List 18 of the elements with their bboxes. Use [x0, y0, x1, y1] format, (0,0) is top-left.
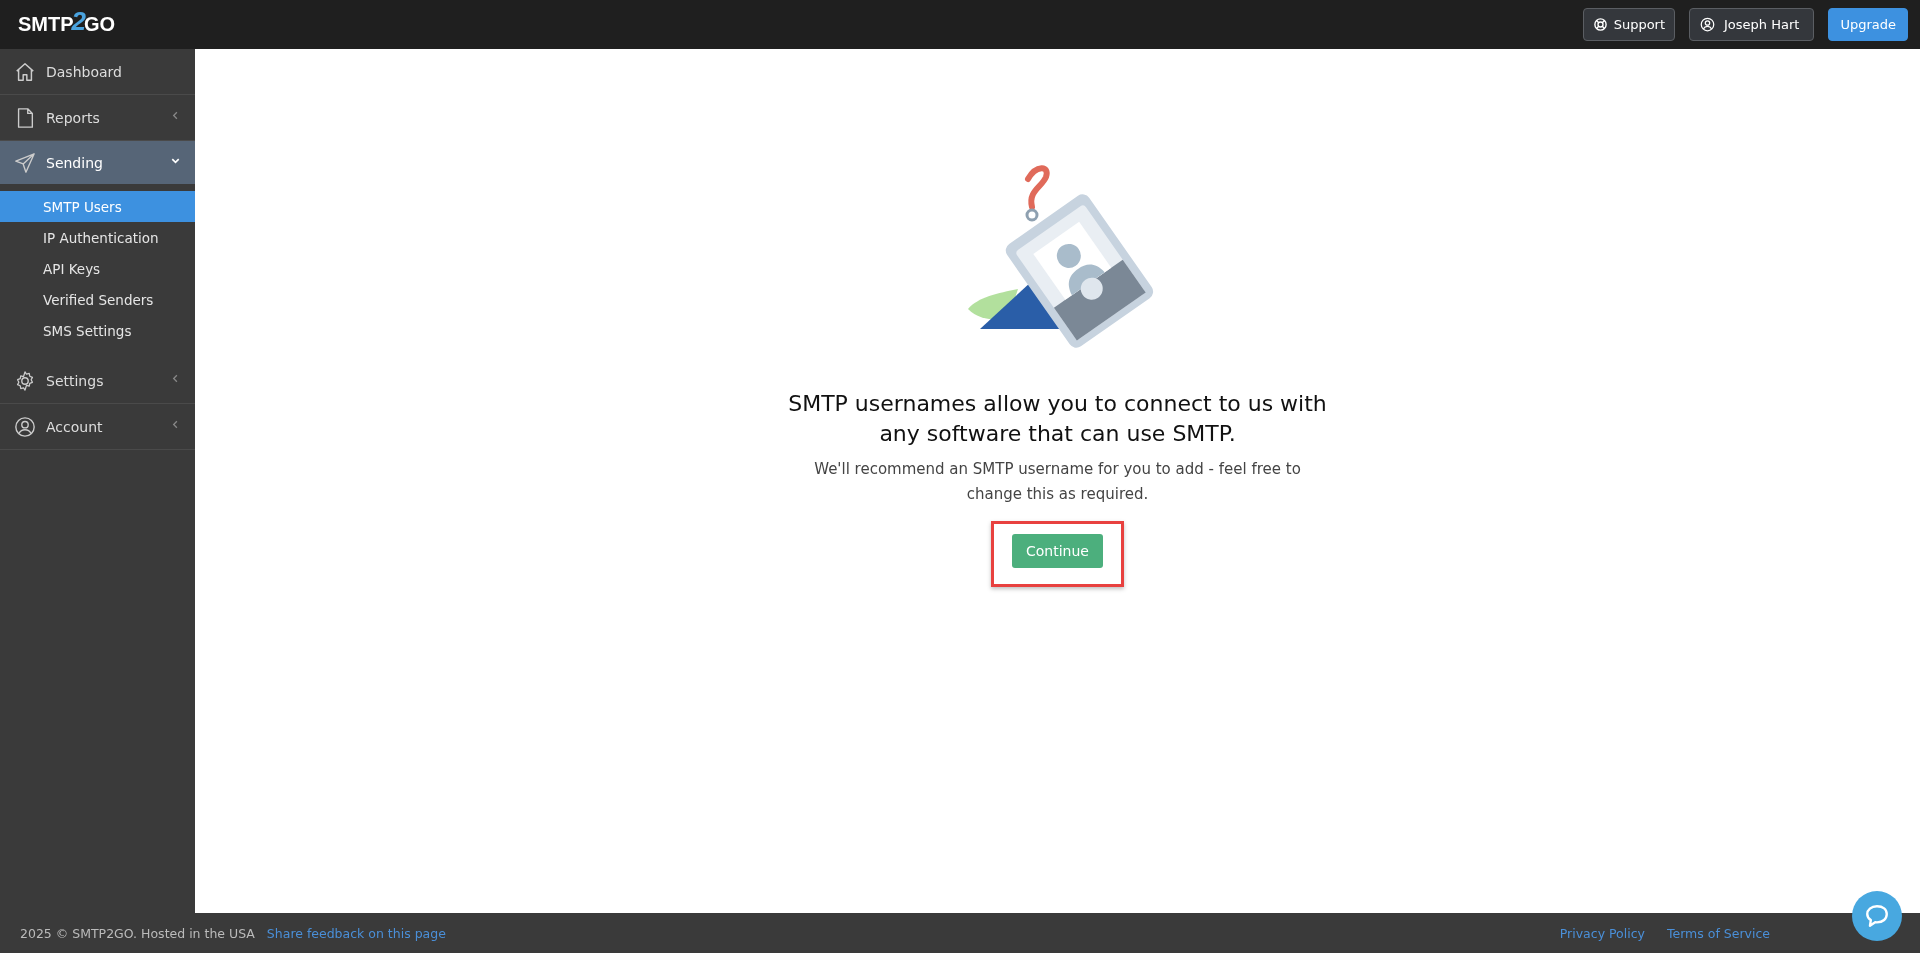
- user-icon: [14, 415, 36, 438]
- submenu-item[interactable]: SMS Settings: [0, 315, 195, 346]
- lifebuoy-icon: [1592, 17, 1608, 32]
- home-icon: [14, 60, 36, 83]
- logo[interactable]: SMTP2GO: [18, 9, 116, 40]
- description: We'll recommend an SMTP username for you to add - feel free to change this as required.: [813, 459, 1302, 505]
- support-button[interactable]: Support: [1582, 8, 1676, 41]
- submenu-item[interactable]: API Keys: [0, 253, 195, 284]
- sidebar-item[interactable]: Sending: [0, 141, 195, 184]
- user-icon: [1700, 17, 1716, 32]
- chat-icon: [1864, 903, 1890, 929]
- gear-icon: [14, 369, 36, 392]
- submenu-item[interactable]: IP Authentication: [0, 222, 195, 253]
- paper-plane-icon: [14, 151, 36, 174]
- user-menu-button[interactable]: Joseph Hart: [1689, 8, 1815, 41]
- submenu-item[interactable]: Verified Senders: [0, 284, 195, 315]
- heading: SMTP usernames allow you to connect to us with any software that can use SMTP.: [787, 390, 1328, 448]
- copyright-text: 2025 © SMTP2GO. Hosted in the USA: [20, 925, 255, 941]
